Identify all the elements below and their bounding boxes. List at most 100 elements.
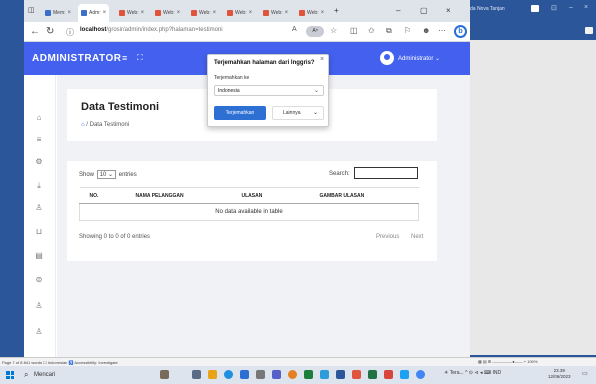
- account-icon[interactable]: ♙: [33, 327, 45, 336]
- tab-web-4[interactable]: Web: ×: [224, 5, 255, 20]
- fullscreen-icon[interactable]: ⛶: [137, 53, 143, 63]
- windows-start-icon[interactable]: [6, 371, 14, 379]
- taskbar-search[interactable]: Mencari: [22, 369, 92, 381]
- taskbar-word-icon[interactable]: [336, 370, 345, 379]
- entries-select[interactable]: 10 ⌄: [96, 170, 117, 179]
- cart-icon[interactable]: ⊔: [33, 227, 45, 236]
- list-icon[interactable]: ≡: [33, 135, 45, 144]
- tab-web-3[interactable]: Web: ×: [188, 5, 219, 20]
- comment-icon[interactable]: [585, 27, 593, 34]
- column-header-no[interactable]: NO.: [79, 187, 126, 204]
- search-input[interactable]: [354, 167, 418, 179]
- read-aloud-icon[interactable]: A: [292, 26, 297, 33]
- tab-web-6[interactable]: Web: ×: [296, 5, 327, 20]
- tab-favicon-icon: [227, 9, 233, 16]
- close-tab-icon[interactable]: ×: [68, 10, 72, 16]
- tab-web-2[interactable]: Web: ×: [152, 5, 183, 20]
- close-icon[interactable]: ×: [320, 56, 324, 63]
- menu-toggle-icon[interactable]: ≡: [122, 53, 127, 63]
- tab-mem[interactable]: Mem: ×: [42, 5, 74, 20]
- user-avatar-icon[interactable]: [380, 51, 394, 65]
- taskbar-chrome-icon[interactable]: [416, 370, 425, 379]
- zoom-controls[interactable]: ▦ ▤ ⊞ —————●—— + 100%: [478, 359, 537, 364]
- word-status-bar: Page 7 of 8 841 words ☐ Indonesian ♿ Acc…: [0, 357, 596, 366]
- close-tab-icon[interactable]: ×: [141, 10, 145, 16]
- search-label: Search:: [329, 171, 350, 177]
- home-icon[interactable]: ⌂: [81, 122, 85, 128]
- home-icon[interactable]: ⌂: [33, 113, 45, 122]
- translate-icon[interactable]: Aʰ: [306, 26, 324, 37]
- close-tab-icon[interactable]: ×: [103, 10, 107, 16]
- taskbar-excel-icon[interactable]: [368, 370, 377, 379]
- bing-icon[interactable]: b: [454, 25, 467, 38]
- taskbar-explorer-icon[interactable]: [208, 370, 217, 379]
- clock[interactable]: 23.39 12/06/2023: [548, 368, 571, 380]
- table-card: Show 10 ⌄ entries Search: NO. NAMA PELAN…: [67, 161, 437, 261]
- taskbar-task-view-icon[interactable]: [192, 370, 201, 379]
- database-icon[interactable]: ⊜: [33, 275, 45, 284]
- taskbar-app-icon[interactable]: [304, 370, 313, 379]
- taskbar-weather-icon[interactable]: [160, 370, 169, 379]
- user-menu[interactable]: Administrator ⌄: [398, 55, 440, 62]
- tab-actions-icon[interactable]: ◫: [28, 6, 35, 14]
- users-icon[interactable]: ♙: [33, 203, 45, 212]
- next-page-button[interactable]: Next: [411, 234, 423, 240]
- background-ribbon-icon[interactable]: ⊡: [551, 4, 557, 12]
- close-tab-icon[interactable]: ×: [249, 10, 253, 16]
- taskbar-app-icon[interactable]: [272, 370, 281, 379]
- more-options-button[interactable]: Lainnya ⌄: [272, 106, 324, 120]
- tab-favicon-icon: [81, 10, 87, 16]
- favorite-star-icon[interactable]: ☆: [330, 26, 337, 35]
- gear-icon[interactable]: ⚙: [33, 157, 45, 166]
- close-tab-icon[interactable]: ×: [177, 10, 181, 16]
- close-tab-icon[interactable]: ×: [321, 10, 325, 16]
- back-icon[interactable]: ←: [30, 26, 40, 37]
- column-header-ulasan[interactable]: ULASAN: [231, 187, 310, 204]
- sidebar: ⌂ ≡ ⚙ ⤓ ♙ ⊔ ▤ ⊜ ♙ ♙: [24, 75, 56, 357]
- box-icon[interactable]: ▤: [33, 251, 45, 260]
- info-icon[interactable]: ⓘ: [66, 27, 74, 38]
- split-screen-icon[interactable]: ◫: [350, 26, 358, 35]
- taskbar-app-icon[interactable]: [384, 370, 393, 379]
- column-header-nama-pelanggan[interactable]: NAMA PELANGGAN: [125, 187, 232, 204]
- tab-web-5[interactable]: Web: ×: [260, 5, 291, 20]
- taskbar-store-icon[interactable]: [240, 370, 249, 379]
- background-minimize-button[interactable]: –: [569, 4, 573, 11]
- close-tab-icon[interactable]: ×: [213, 10, 217, 16]
- translate-popup-title: Terjemahkan halaman dari Inggris?: [214, 60, 315, 66]
- collections-icon[interactable]: ⧉: [386, 26, 392, 36]
- maximize-button[interactable]: ▢: [420, 6, 428, 15]
- translate-language-select[interactable]: Indonesia ⌄: [214, 85, 324, 96]
- refresh-icon[interactable]: ↻: [46, 26, 54, 37]
- download-icon[interactable]: ⤓: [33, 181, 45, 191]
- taskbar-app-icon[interactable]: [288, 370, 297, 379]
- system-tray[interactable]: ☀ Tera... ^ ⊙ ⊲ ◂ ⌨ IND: [444, 370, 501, 376]
- close-tab-icon[interactable]: ×: [285, 10, 289, 16]
- user-icon[interactable]: ♙: [33, 301, 45, 310]
- testimoni-table: NO. NAMA PELANGGAN ULASAN GAMBAR ULASAN …: [79, 187, 419, 221]
- tab-favicon-icon: [155, 9, 161, 16]
- extensions-icon[interactable]: ⚐: [404, 26, 411, 35]
- favorites-icon[interactable]: ✩: [368, 26, 375, 35]
- tab-web-1[interactable]: Web: ×: [116, 5, 147, 20]
- taskbar-app-icon[interactable]: [352, 370, 361, 379]
- notification-icon[interactable]: ▭: [582, 370, 588, 377]
- close-window-button[interactable]: ×: [446, 6, 451, 15]
- taskbar-app-icon[interactable]: [320, 370, 329, 379]
- minimize-button[interactable]: –: [396, 6, 400, 15]
- url-field[interactable]: localhost/grosir/admin/index.php?halaman…: [80, 27, 223, 33]
- previous-page-button[interactable]: Previous: [376, 234, 399, 240]
- more-menu-icon[interactable]: ⋯: [438, 26, 446, 35]
- brand-title[interactable]: ADMINISTRATOR: [32, 53, 121, 64]
- tab-strip: ◫ Mem: × Adm: × Web: × Web: × Web: × Web: × We…: [24, 0, 470, 22]
- column-header-gambar-ulasan[interactable]: GAMBAR ULASAN: [309, 187, 419, 204]
- profile-icon[interactable]: ☻: [422, 26, 430, 35]
- taskbar-app-icon[interactable]: [400, 370, 409, 379]
- tab-admin[interactable]: Adm: ×: [78, 4, 110, 22]
- background-close-button[interactable]: ×: [584, 4, 588, 11]
- browser-window: ◫ Mem: × Adm: × Web: × Web: × Web: × Web: × We…: [24, 0, 470, 357]
- taskbar-app-icon[interactable]: [256, 370, 265, 379]
- translate-button[interactable]: Terjemahkan: [214, 106, 266, 120]
- new-tab-button[interactable]: +: [334, 6, 339, 15]
- taskbar-edge-icon[interactable]: [224, 370, 233, 379]
